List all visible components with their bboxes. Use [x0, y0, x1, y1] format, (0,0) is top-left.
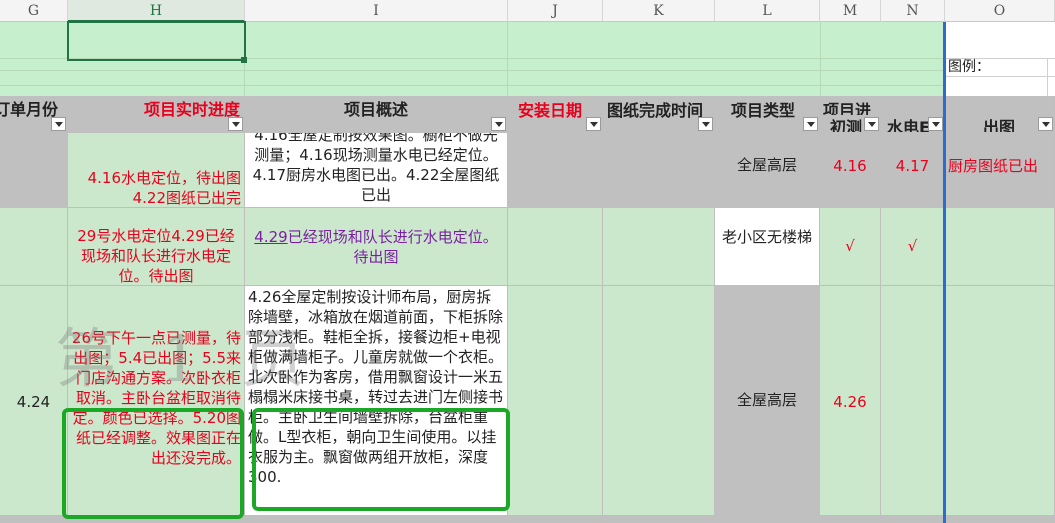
page-watermark: 第 1 页	[55, 323, 306, 397]
cell-water-elec[interactable]	[881, 286, 945, 516]
filter-dropdown-install-date[interactable]	[586, 117, 601, 131]
col-header-i[interactable]: I	[245, 0, 508, 22]
overview-date-link[interactable]: 4.29	[254, 228, 287, 246]
legend-label: 图例：	[948, 59, 990, 75]
filter-dropdown-drawing[interactable]	[1038, 117, 1053, 131]
cell-drawing[interactable]	[945, 286, 1055, 516]
cell-progress[interactable]: 4.16水电定位，待出图 4.22图纸已出完	[68, 133, 245, 208]
cell-water-elec[interactable]: √	[881, 208, 945, 286]
cell-drawing[interactable]	[945, 208, 1055, 286]
col-header-k[interactable]: K	[603, 0, 715, 22]
cell-install-date[interactable]	[508, 133, 603, 208]
column-gridline	[820, 22, 945, 96]
cell-project-type[interactable]: 全屋高层	[715, 133, 820, 208]
column-gridline	[1047, 59, 1048, 96]
cell-water-elec[interactable]: 4.17	[881, 133, 945, 208]
cell-drawing-date[interactable]	[603, 133, 715, 208]
cell-install-date[interactable]	[508, 208, 603, 286]
highlight-box-progress	[62, 408, 244, 519]
selected-cell[interactable]	[67, 21, 246, 61]
filter-dropdown-project-type[interactable]	[803, 117, 818, 131]
cell-overview[interactable]: 4.16全屋定制按效果图。橱柜不做先测量；4.16现场测量水电已经定位。 4.1…	[245, 133, 508, 208]
cell-install-date[interactable]	[508, 286, 603, 516]
col-header-j[interactable]: J	[508, 0, 603, 22]
col-header-g[interactable]: G	[0, 0, 68, 22]
highlight-box-overview	[252, 408, 510, 511]
cell-initial-measure[interactable]: 4.26	[820, 286, 881, 516]
cell-drawing[interactable]: 厨房图纸已出	[945, 133, 1055, 208]
column-gridline	[245, 22, 508, 96]
cell-project-type[interactable]: 全屋高层	[715, 286, 820, 516]
cell-order-month[interactable]	[0, 133, 68, 208]
overview-text: 已经现场和队长进行水电定位。待出图	[287, 228, 498, 266]
filter-dropdown-order-month[interactable]	[51, 117, 66, 131]
filter-dropdown-initial-measure[interactable]	[864, 117, 879, 131]
cell-drawing-date[interactable]	[603, 286, 715, 516]
col-header-h[interactable]: H	[68, 0, 245, 22]
cell-initial-measure[interactable]: 4.16	[820, 133, 881, 208]
filter-dropdown-overview[interactable]	[491, 117, 506, 131]
filter-dropdown-progress[interactable]	[228, 117, 243, 131]
cell-order-month[interactable]: 4.24	[0, 286, 68, 516]
header-progress[interactable]: 项目实时进度	[68, 96, 245, 133]
freeze-pane-divider	[943, 22, 946, 523]
header-progress-group[interactable]: 项目进	[820, 96, 945, 116]
header-blank	[945, 96, 1055, 116]
filter-dropdown-water-elec[interactable]	[928, 117, 943, 131]
col-header-n[interactable]: N	[881, 0, 945, 22]
cell-drawing-date[interactable]	[603, 208, 715, 286]
cell-progress[interactable]: 29号水电定位4.29已经现场和队长进行水电定位。待出图	[68, 208, 245, 286]
fill-handle[interactable]	[241, 57, 247, 63]
cell-initial-measure[interactable]: √	[820, 208, 881, 286]
col-header-m[interactable]: M	[820, 0, 881, 22]
cell-order-month[interactable]	[0, 208, 68, 286]
col-header-o[interactable]: O	[945, 0, 1055, 22]
filter-dropdown-drawing-date[interactable]	[698, 117, 713, 131]
cell-overview[interactable]: 4.29已经现场和队长进行水电定位。待出图	[245, 208, 508, 286]
col-header-l[interactable]: L	[715, 0, 820, 22]
header-overview[interactable]: 项目概述	[245, 96, 508, 133]
row-gridline	[945, 76, 1055, 77]
cell-project-type[interactable]: 老小区无楼梯	[715, 208, 820, 286]
